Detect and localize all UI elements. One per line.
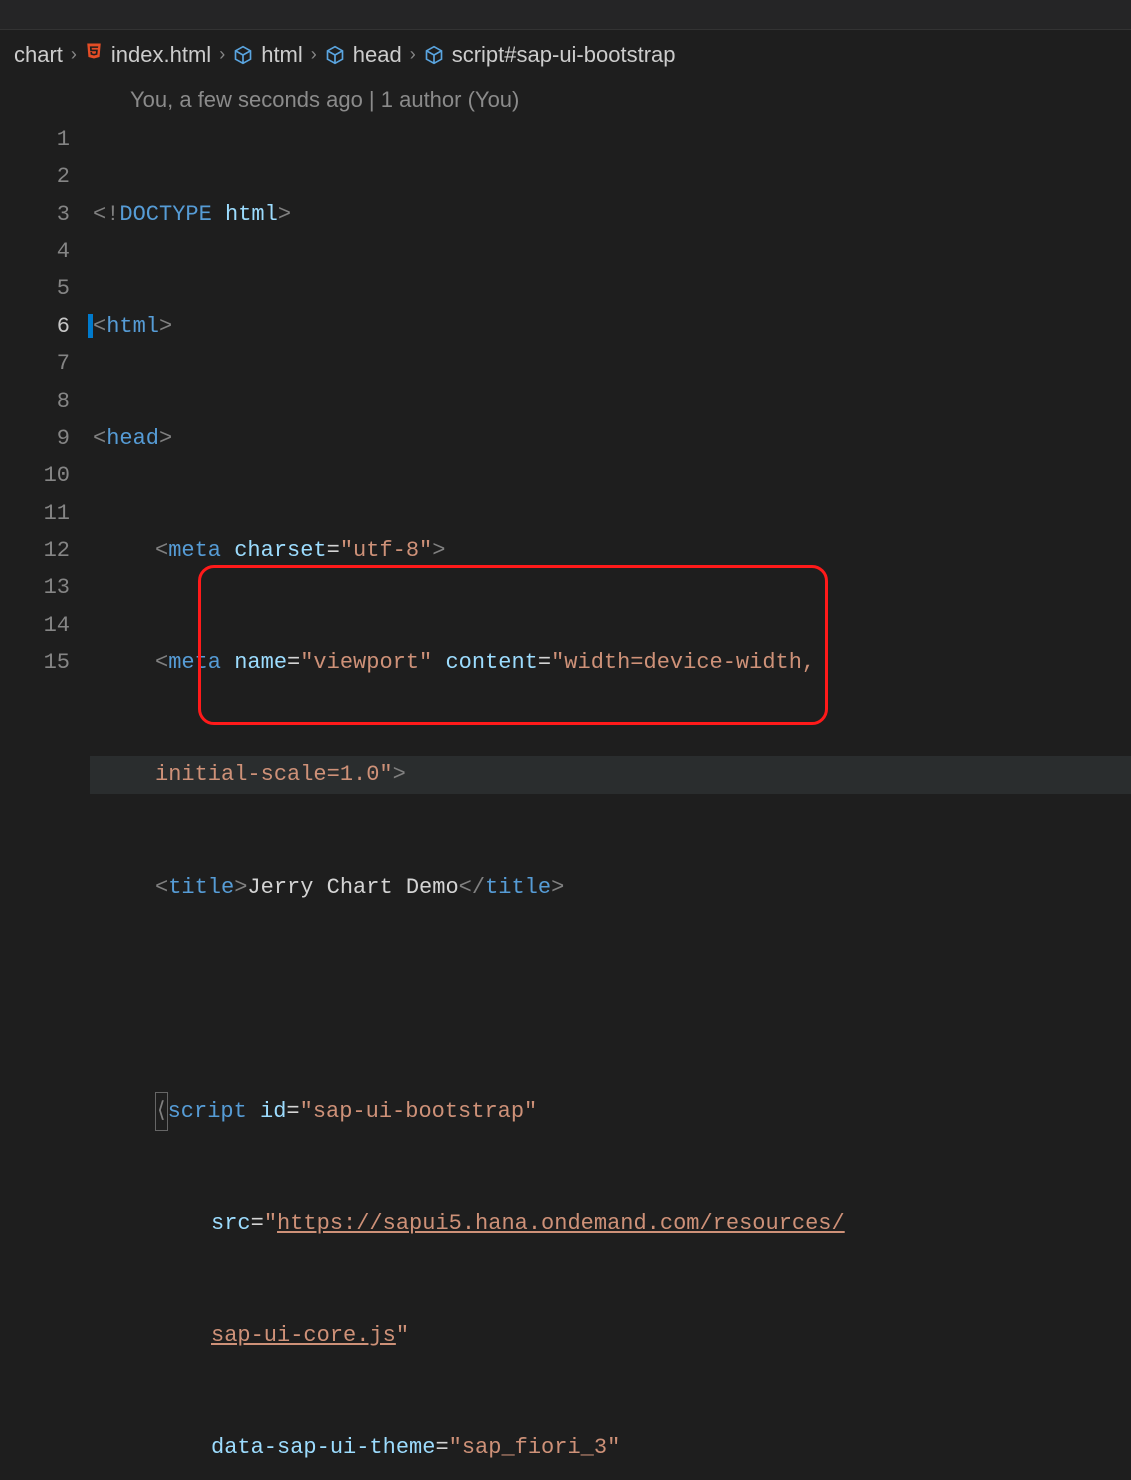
line-number: 11	[0, 495, 70, 532]
tab-bar	[0, 0, 1131, 30]
line-number: 10	[0, 457, 70, 494]
symbol-icon	[233, 45, 253, 65]
breadcrumb-segment[interactable]: html	[261, 36, 303, 73]
symbol-icon	[325, 45, 345, 65]
code-line: <html>	[90, 308, 1131, 345]
code-line: initial-scale=1.0">	[90, 756, 1131, 793]
code-line	[90, 981, 1131, 1018]
code-line: <meta charset="utf-8">	[90, 532, 1131, 569]
line-number: 15	[0, 644, 70, 681]
symbol-icon	[424, 45, 444, 65]
breadcrumb-segment[interactable]: head	[353, 36, 402, 73]
line-number: 6	[0, 308, 70, 345]
gitlens-file-annotation: You, a few seconds ago | 1 author (You)	[0, 79, 1131, 120]
code-line: src="https://sapui5.hana.ondemand.com/re…	[90, 1205, 1131, 1242]
line-number: 1	[0, 121, 70, 158]
line-number: 14	[0, 607, 70, 644]
breadcrumb-file[interactable]: index.html	[111, 36, 211, 73]
code-line: <head>	[90, 420, 1131, 457]
line-number: 9	[0, 420, 70, 457]
chevron-right-icon: ›	[71, 39, 77, 70]
chevron-right-icon: ›	[311, 39, 317, 70]
code-editor[interactable]: 1 2 3 4 5 6 7 8 9 10 11 12 13 14 15 <!DO…	[0, 121, 1131, 1480]
chevron-right-icon: ›	[219, 39, 225, 70]
code-line: data-sap-ui-theme="sap_fiori_3"	[90, 1429, 1131, 1466]
line-number: 5	[0, 270, 70, 307]
html5-icon	[85, 39, 103, 70]
line-number: 3	[0, 196, 70, 233]
line-number: 2	[0, 158, 70, 195]
line-gutter: 1 2 3 4 5 6 7 8 9 10 11 12 13 14 15	[0, 121, 90, 1480]
code-line: ⟨script id="sap-ui-bootstrap"	[90, 1093, 1131, 1130]
line-number: 12	[0, 532, 70, 569]
breadcrumb-segment[interactable]: script#sap-ui-bootstrap	[452, 36, 676, 73]
code-line: <title>Jerry Chart Demo</title>	[90, 869, 1131, 906]
line-number: 8	[0, 383, 70, 420]
line-number: 4	[0, 233, 70, 270]
line-number: 7	[0, 345, 70, 382]
chevron-right-icon: ›	[410, 39, 416, 70]
code-content[interactable]: <!DOCTYPE html> <html> <head> <meta char…	[90, 121, 1131, 1480]
code-line: <meta name="viewport" content="width=dev…	[90, 644, 1131, 681]
breadcrumb[interactable]: chart › index.html › html › head › scrip…	[0, 30, 1131, 79]
line-number: 13	[0, 569, 70, 606]
code-line: <!DOCTYPE html>	[90, 196, 1131, 233]
code-line: sap-ui-core.js"	[90, 1317, 1131, 1354]
breadcrumb-root[interactable]: chart	[14, 36, 63, 73]
